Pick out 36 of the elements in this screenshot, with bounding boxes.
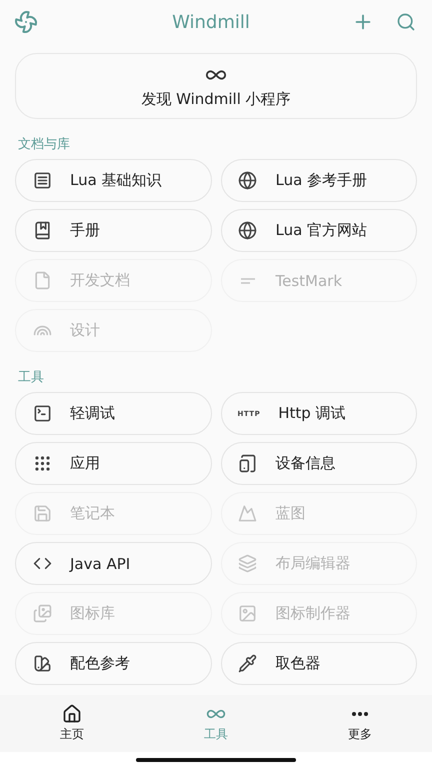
layers-icon: [238, 554, 257, 573]
globe-icon: [238, 171, 257, 190]
tool-card[interactable]: 配色参考: [15, 642, 212, 685]
list-icon: [32, 171, 52, 190]
tool-card[interactable]: 手册: [15, 209, 212, 252]
tool-card[interactable]: 应用: [15, 442, 212, 485]
lines-icon: [240, 278, 254, 284]
tool-card[interactable]: Lua 基础知识: [15, 159, 212, 202]
tool-card[interactable]: 取色器: [220, 642, 417, 685]
section-title: 文档与库: [18, 136, 70, 153]
home-icon: [62, 704, 82, 724]
notebook-icon: [32, 504, 52, 523]
tool-card[interactable]: Lua 参考手册: [220, 159, 417, 202]
document-icon: [32, 271, 52, 290]
windmill-logo-icon: [14, 10, 38, 34]
app-title: Windmill: [171, 12, 251, 32]
nav-tab[interactable]: 主页: [0, 695, 144, 752]
device-icon: [238, 454, 257, 473]
section-title: 工具: [18, 369, 44, 386]
swatch-icon: [32, 654, 52, 673]
discover-button[interactable]: 发现 Windmill 小程序: [15, 53, 417, 119]
image-icon: [238, 604, 257, 623]
search-icon: [396, 12, 416, 32]
tool-card[interactable]: Java API: [15, 542, 212, 585]
tool-card[interactable]: Lua 官方网站: [220, 209, 417, 252]
grid-icon: [32, 454, 52, 473]
book-icon: [32, 221, 52, 240]
pipette-icon: [238, 654, 257, 673]
tool-card[interactable]: 设备信息: [220, 442, 417, 485]
nav-tab[interactable]: 更多: [288, 695, 432, 752]
images-icon: [32, 604, 52, 623]
mountain-icon: [238, 504, 257, 523]
more-icon: [352, 712, 368, 716]
globe-icon: [238, 221, 257, 240]
terminal-icon: [32, 404, 52, 423]
tool-card[interactable]: 轻调试: [15, 392, 212, 435]
